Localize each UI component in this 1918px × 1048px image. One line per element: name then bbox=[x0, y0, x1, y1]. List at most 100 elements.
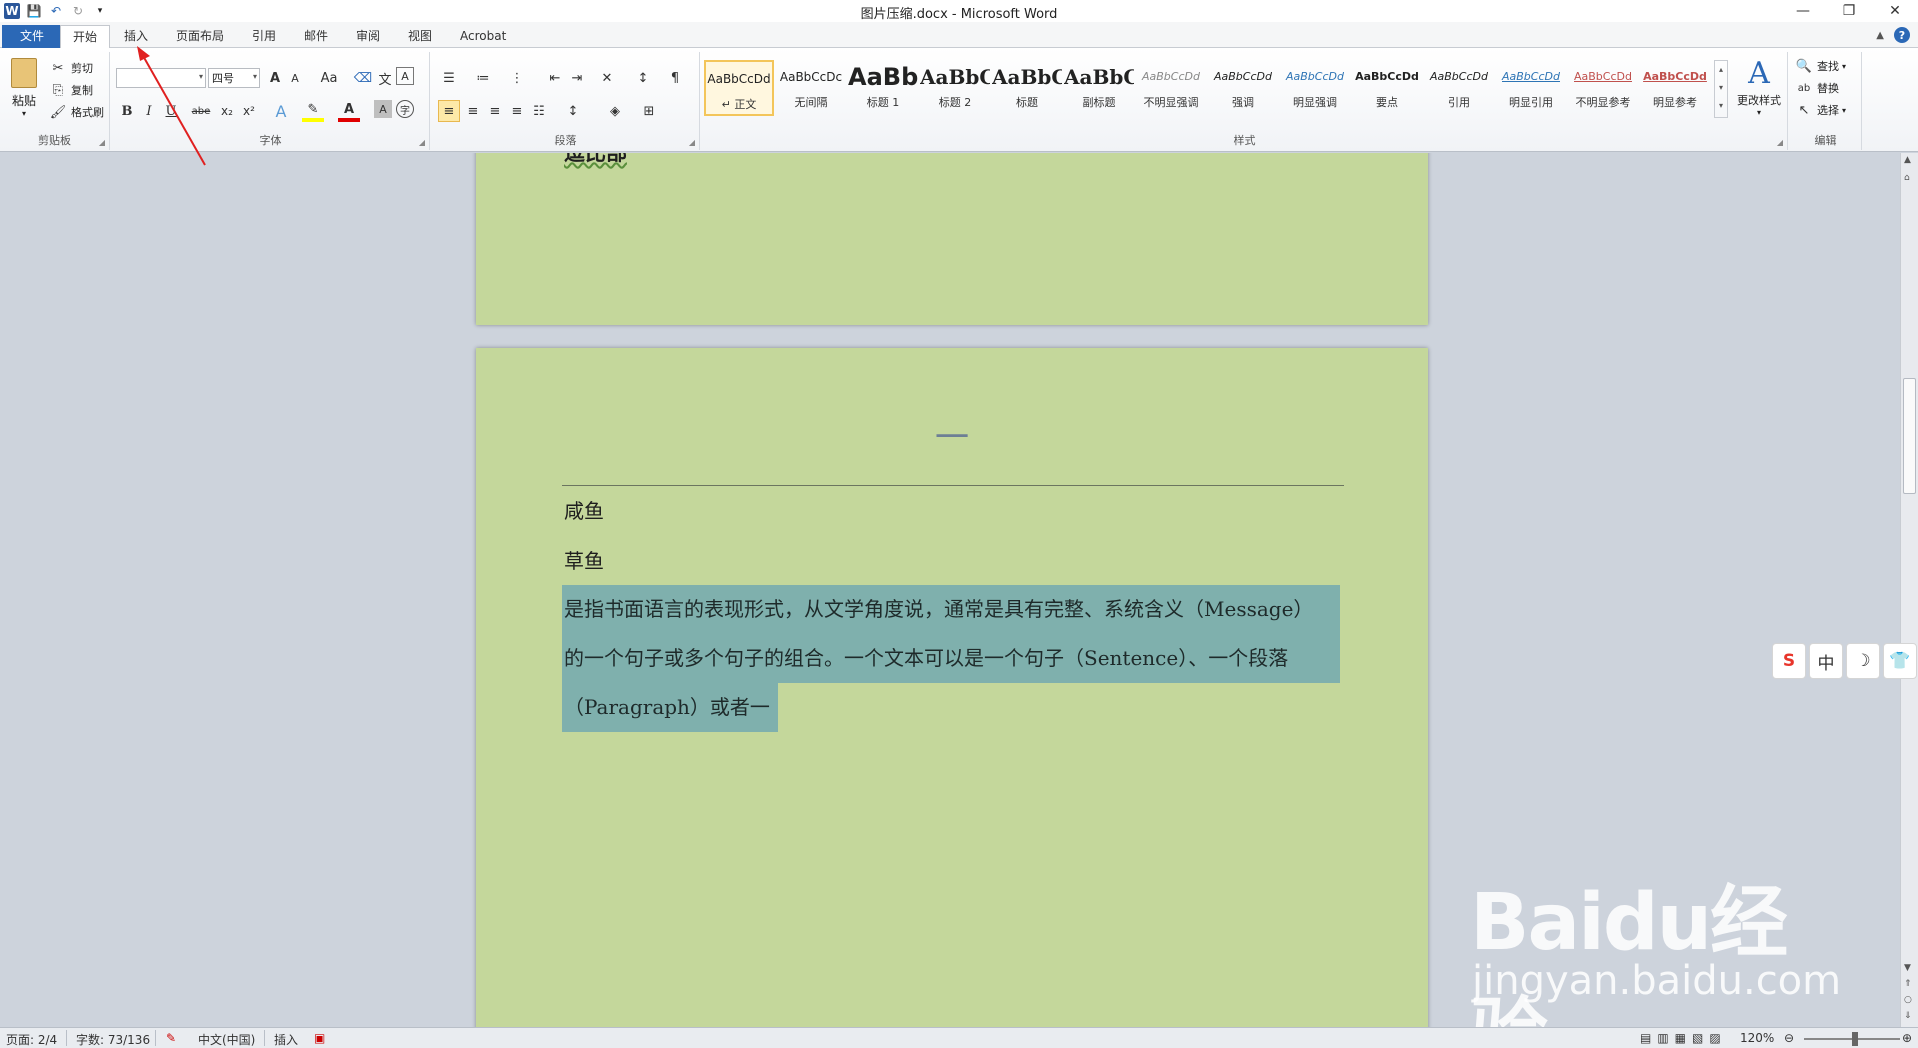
tab-view[interactable]: 视图 bbox=[396, 25, 444, 48]
highlight-icon[interactable]: ✎ bbox=[302, 100, 324, 122]
enclose-char-icon[interactable]: 字 bbox=[396, 100, 414, 118]
style-intense-emphasis[interactable]: AaBbCcDd 明显强调 bbox=[1280, 60, 1350, 116]
text-line-xianyu[interactable]: 咸鱼 bbox=[564, 495, 604, 524]
restore-button[interactable]: ❐ bbox=[1826, 0, 1872, 22]
underline-icon[interactable]: U bbox=[160, 100, 182, 122]
prev-page-icon[interactable]: ⇑ bbox=[1904, 979, 1912, 989]
font-size-combo[interactable]: 四号 ▾ bbox=[208, 68, 260, 88]
style-subtle-reference[interactable]: AaBbCcDd 不明显参考 bbox=[1568, 60, 1638, 116]
style-intense-quote[interactable]: AaBbCcDd 明显引用 bbox=[1496, 60, 1566, 116]
borders-icon[interactable]: ⊞ bbox=[638, 100, 660, 122]
macro-record-icon[interactable]: ▣ bbox=[314, 1031, 325, 1045]
close-button[interactable]: ✕ bbox=[1872, 0, 1918, 22]
strikethrough-icon[interactable]: abe bbox=[188, 100, 214, 122]
clear-format-icon[interactable]: ⌫ bbox=[352, 67, 374, 89]
ime-chinese-mode-button[interactable]: 中 bbox=[1809, 643, 1843, 679]
ribbon-collapse-icon[interactable]: ▲ bbox=[1876, 30, 1884, 41]
style-title[interactable]: AaBbC 标题 bbox=[992, 60, 1062, 116]
copy-button[interactable]: ⎘ 复制 bbox=[48, 80, 93, 100]
numbering-icon[interactable]: ≔ bbox=[472, 67, 494, 89]
multilevel-list-icon[interactable]: ⋮ bbox=[506, 67, 528, 89]
style-subtle-emphasis[interactable]: AaBbCcDd 不明显强调 bbox=[1136, 60, 1206, 116]
proofing-icon[interactable]: ✎ bbox=[166, 1031, 176, 1045]
selected-paragraph[interactable]: 是指书面语言的表现形式，从文学角度说，通常是具有完整、系统含义（Message）… bbox=[562, 585, 1340, 735]
view-buttons[interactable]: ▤▥▦▧▨ bbox=[1640, 1031, 1727, 1045]
scroll-down-icon[interactable]: ▼ bbox=[1904, 963, 1911, 973]
dialog-launcher-icon[interactable]: ◢ bbox=[419, 138, 425, 147]
skin-shirt-icon[interactable]: 👕 bbox=[1883, 643, 1917, 679]
style-no-spacing[interactable]: AaBbCcDc 无间隔 bbox=[776, 60, 846, 116]
font-name-combo[interactable]: ▾ bbox=[116, 68, 206, 88]
tab-home[interactable]: 开始 bbox=[60, 25, 111, 48]
zoom-level[interactable]: 120% bbox=[1740, 1031, 1774, 1045]
tab-mailings[interactable]: 邮件 bbox=[292, 25, 340, 48]
show-marks-icon[interactable]: ¶ bbox=[664, 67, 686, 89]
style-emphasis[interactable]: AaBbCcDd 强调 bbox=[1208, 60, 1278, 116]
minimize-button[interactable]: — bbox=[1780, 0, 1826, 22]
zoom-in-icon[interactable]: ⊕ bbox=[1902, 1031, 1912, 1045]
tab-review[interactable]: 审阅 bbox=[344, 25, 392, 48]
increase-indent-icon[interactable]: ⇥ bbox=[566, 67, 588, 89]
italic-icon[interactable]: I bbox=[138, 100, 160, 122]
char-border-icon[interactable]: A bbox=[396, 67, 414, 85]
moon-icon[interactable]: ☽ bbox=[1846, 643, 1880, 679]
shading-icon[interactable]: ◈ bbox=[604, 100, 626, 122]
status-page[interactable]: 页面: 2/4 bbox=[6, 1031, 57, 1048]
status-insert-mode[interactable]: 插入 bbox=[274, 1031, 298, 1048]
decrease-indent-icon[interactable]: ⇤ bbox=[544, 67, 566, 89]
sogou-logo-icon[interactable]: S bbox=[1772, 643, 1806, 679]
text-effects-icon[interactable]: A bbox=[270, 100, 292, 122]
font-color-icon[interactable]: A bbox=[338, 100, 360, 122]
chinese-layout-icon[interactable]: ✕ bbox=[596, 67, 618, 89]
format-painter-button[interactable]: 🖌 格式刷 bbox=[48, 102, 104, 122]
next-page-icon[interactable]: ⇓ bbox=[1904, 1011, 1912, 1021]
align-left-icon[interactable]: ≡ bbox=[438, 100, 460, 122]
zoom-out-icon[interactable]: ⊖ bbox=[1784, 1031, 1794, 1045]
dialog-launcher-icon[interactable]: ◢ bbox=[99, 138, 105, 147]
page-heading[interactable]: 一 bbox=[476, 410, 1428, 459]
dialog-launcher-icon[interactable]: ◢ bbox=[1777, 138, 1783, 147]
ruler-toggle-icon[interactable]: ⌂ bbox=[1904, 173, 1910, 183]
status-language[interactable]: 中文(中国) bbox=[198, 1031, 255, 1048]
scroll-up-icon[interactable]: ▲ bbox=[1904, 155, 1911, 165]
align-center-icon[interactable]: ≡ bbox=[462, 100, 484, 122]
cut-button[interactable]: ✂ 剪切 bbox=[48, 58, 93, 78]
page1-text[interactable]: 逗比部 bbox=[564, 153, 627, 167]
pinyin-guide-icon[interactable]: 文 bbox=[374, 67, 396, 89]
style-heading-1[interactable]: AaBb 标题 1 bbox=[848, 60, 918, 116]
zoom-slider-thumb[interactable] bbox=[1852, 1032, 1858, 1046]
styles-scroll[interactable]: ▴ ▾ ▾ bbox=[1714, 60, 1728, 118]
superscript-icon[interactable]: x² bbox=[238, 100, 260, 122]
selected-line[interactable]: 的一个句子或多个句子的组合。一个文本可以是一个句子（Sentence）、一个段落 bbox=[562, 634, 1340, 683]
subscript-icon[interactable]: x₂ bbox=[216, 100, 238, 122]
grow-font-icon[interactable]: A bbox=[264, 67, 286, 89]
char-shading-icon[interactable]: A bbox=[374, 100, 392, 118]
tab-acrobat[interactable]: Acrobat bbox=[448, 25, 518, 48]
scroll-thumb[interactable] bbox=[1903, 378, 1916, 494]
style-subtitle[interactable]: AaBbC 副标题 bbox=[1064, 60, 1134, 116]
style-intense-reference[interactable]: AaBbCcDd 明显参考 bbox=[1640, 60, 1710, 116]
tab-insert[interactable]: 插入 bbox=[112, 25, 160, 48]
tab-page-layout[interactable]: 页面布局 bbox=[164, 25, 236, 48]
style-normal[interactable]: AaBbCcDd ↵ 正文 bbox=[704, 60, 774, 116]
justify-icon[interactable]: ≡ bbox=[506, 100, 528, 122]
page-1[interactable]: 逗比部 bbox=[476, 153, 1428, 325]
style-strong[interactable]: AaBbCcDd 要点 bbox=[1352, 60, 1422, 116]
line-spacing-icon[interactable]: ↕ bbox=[562, 100, 584, 122]
change-styles-button[interactable]: A 更改样式 ▾ bbox=[1732, 56, 1786, 117]
select-button[interactable]: ↖ 选择 ▾ bbox=[1794, 100, 1846, 120]
style-heading-2[interactable]: AaBbC 标题 2 bbox=[920, 60, 990, 116]
selected-line[interactable]: （Paragraph）或者一 bbox=[562, 683, 778, 732]
help-icon[interactable]: ? bbox=[1894, 27, 1910, 43]
replace-button[interactable]: ab 替换 bbox=[1794, 78, 1839, 98]
shrink-font-icon[interactable]: A bbox=[284, 67, 306, 89]
status-word-count[interactable]: 字数: 73/136 bbox=[76, 1031, 150, 1048]
bold-icon[interactable]: B bbox=[116, 100, 138, 122]
tab-file[interactable]: 文件 bbox=[2, 25, 63, 48]
align-right-icon[interactable]: ≡ bbox=[484, 100, 506, 122]
style-quote[interactable]: AaBbCcDd 引用 bbox=[1424, 60, 1494, 116]
text-line-caoyu[interactable]: 草鱼 bbox=[564, 545, 604, 574]
tab-references[interactable]: 引用 bbox=[240, 25, 288, 48]
vertical-scrollbar[interactable]: ▲ ⌂ ▼ ⇑ ○ ⇓ bbox=[1900, 153, 1918, 1027]
bullets-icon[interactable]: ☰ bbox=[438, 67, 460, 89]
